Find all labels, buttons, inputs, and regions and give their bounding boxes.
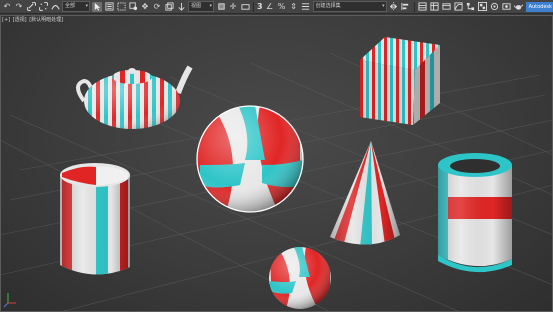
cylinder-object[interactable]: [55, 163, 135, 285]
3d-app-window: ↶ ↷ 全部 ▾ ✥ ⟳ 视图 ▾ ✛ 3 ∠ % ⇕ 创建选择集 ▾ Auto…: [0, 0, 553, 312]
scene-explorer-icon[interactable]: [430, 2, 440, 12]
toolbar-separator: [253, 1, 254, 12]
align-icon[interactable]: [401, 2, 411, 12]
schematic-view-icon[interactable]: [466, 2, 476, 12]
reference-coord-dropdown[interactable]: 视图 ▾: [188, 1, 214, 12]
viewport-shading-menu[interactable]: [默认明暗处理]: [29, 17, 63, 23]
move-icon[interactable]: ✥: [140, 2, 150, 12]
link-icon[interactable]: [26, 2, 36, 12]
axis-tripod-icon: [3, 293, 16, 308]
tube-object[interactable]: [430, 153, 520, 275]
layer-manager-icon[interactable]: [418, 2, 428, 12]
material-editor-icon[interactable]: [478, 2, 488, 12]
placement-icon[interactable]: [176, 2, 186, 12]
sphere-object-selected[interactable]: [195, 105, 304, 215]
ribbon-toggle-icon[interactable]: [442, 2, 452, 12]
pivot-center-icon[interactable]: [216, 2, 226, 12]
scene-canvas: [0, 37, 553, 312]
box-object[interactable]: [360, 37, 440, 125]
chevron-down-icon: ▾: [209, 3, 212, 9]
snap-icon[interactable]: 3: [257, 2, 263, 11]
render-teapot-icon[interactable]: [514, 2, 524, 12]
render-setup-icon[interactable]: [490, 2, 500, 12]
chevron-down-icon: ▾: [85, 3, 88, 9]
angle-snap-icon[interactable]: ∠: [265, 2, 275, 12]
toolbar-separator: [413, 1, 415, 12]
select-by-name-icon[interactable]: [104, 2, 114, 12]
named-selection-set-dropdown[interactable]: 创建选择集 ▾: [312, 1, 387, 12]
rendered-frame-icon[interactable]: [502, 2, 512, 12]
a360-button[interactable]: Autodesk A360: [525, 1, 553, 12]
keyboard-shortcut-icon[interactable]: [240, 2, 250, 12]
spinner-snap-icon[interactable]: ⇕: [289, 2, 299, 12]
select-arrow-icon[interactable]: [92, 1, 102, 12]
named-selection-set-value: 创建选择集: [315, 3, 341, 9]
rotate-icon[interactable]: ⟳: [152, 2, 162, 12]
mirror-icon[interactable]: [389, 2, 399, 12]
percent-snap-icon[interactable]: %: [277, 2, 287, 12]
main-toolbar: ↶ ↷ 全部 ▾ ✥ ⟳ 视图 ▾ ✛ 3 ∠ % ⇕ 创建选择集 ▾ Auto…: [0, 0, 553, 14]
perspective-viewport[interactable]: [+] [透视] [默认明暗处理]: [0, 15, 553, 312]
window-crossing-icon[interactable]: [128, 2, 138, 12]
bind-space-warp-icon[interactable]: [50, 2, 60, 12]
viewport-label-menu[interactable]: [+] [透视] [默认明暗处理]: [2, 16, 64, 23]
edit-named-sets-icon[interactable]: [301, 2, 311, 12]
scale-icon[interactable]: [164, 2, 174, 12]
reference-coord-value: 视图: [191, 3, 202, 9]
select-manipulate-icon[interactable]: ✛: [228, 2, 238, 12]
undo-icon[interactable]: ↶: [2, 2, 12, 12]
viewport-general-menu[interactable]: [+]: [2, 17, 10, 23]
rect-selection-icon[interactable]: [116, 2, 126, 12]
selection-filter-value: 全部: [65, 3, 76, 9]
redo-icon[interactable]: ↷: [14, 2, 24, 12]
viewport-view-menu[interactable]: [透视]: [13, 17, 27, 23]
selection-filter-dropdown[interactable]: 全部 ▾: [62, 1, 90, 12]
curve-editor-icon[interactable]: [454, 2, 464, 12]
chevron-down-icon: ▾: [382, 3, 385, 9]
unlink-icon[interactable]: [38, 2, 48, 12]
small-sphere-object[interactable]: [269, 247, 331, 309]
teapot-object[interactable]: [76, 65, 193, 135]
